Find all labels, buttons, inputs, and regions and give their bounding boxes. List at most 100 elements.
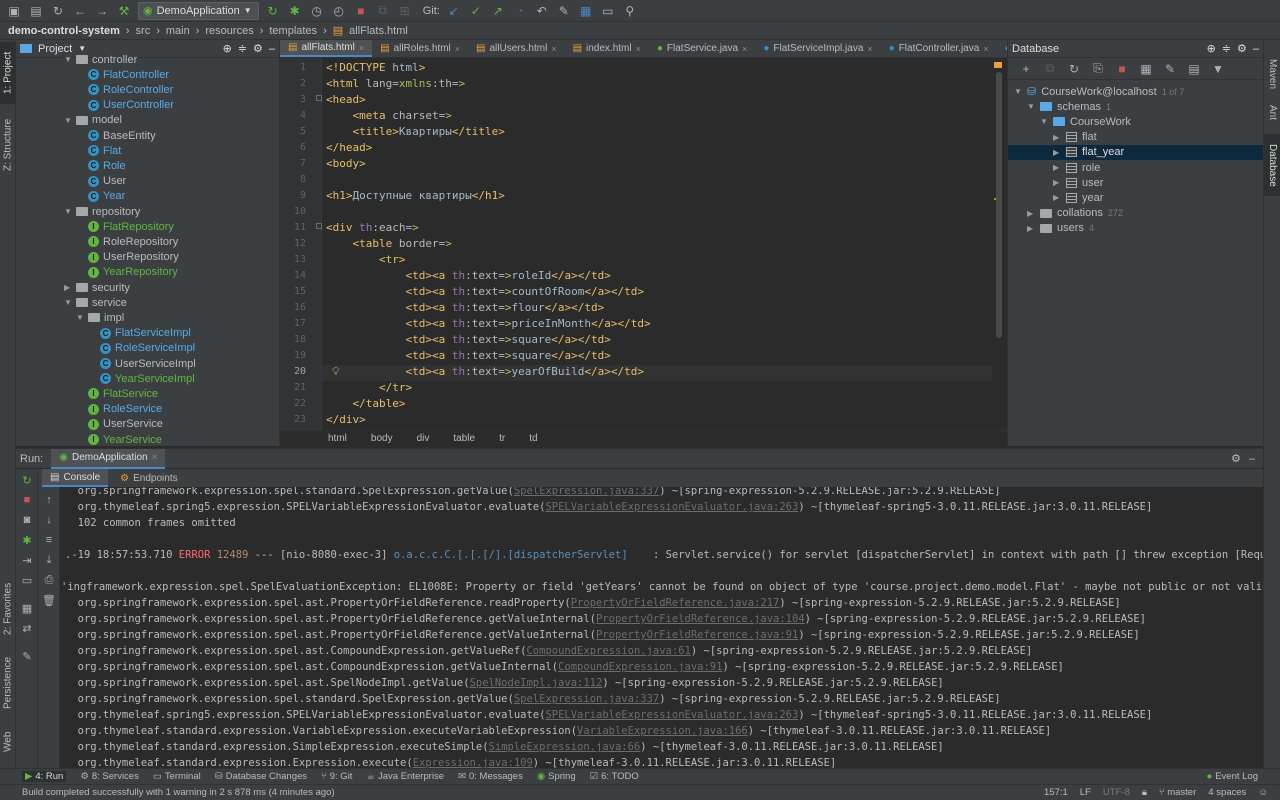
soft-wrap-icon[interactable]: ≡: [42, 533, 56, 547]
tree-item[interactable]: ▼ model: [64, 113, 122, 128]
stack-frame-link[interactable]: SPELVariableExpressionEvaluator.java:263: [545, 501, 798, 513]
tool-tab-favorites[interactable]: 2: Favorites: [0, 578, 16, 640]
close-icon[interactable]: ×: [359, 43, 364, 53]
tool-tab-persistence[interactable]: Persistence: [0, 652, 16, 714]
minimize-icon[interactable]: –: [1253, 43, 1259, 55]
layout-icon[interactable]: ▦: [20, 601, 34, 615]
sync-schema-icon[interactable]: ⎘: [1090, 61, 1106, 77]
debug-icon[interactable]: ✱: [20, 533, 34, 547]
editor-tab[interactable]: ● FlatService.java ×: [649, 40, 755, 57]
git-update-icon[interactable]: ↙: [446, 3, 462, 19]
db-tree-item[interactable]: ▶ flat_year: [1008, 144, 1263, 160]
indent-setting[interactable]: 4 spaces: [1208, 787, 1246, 798]
search-icon[interactable]: ⚲: [622, 3, 638, 19]
breadcrumb-item[interactable]: div: [417, 433, 430, 444]
bottom-tab[interactable]: ⛁ Database Changes: [215, 771, 307, 782]
bottom-tab[interactable]: ▶ 4: Run: [22, 771, 67, 782]
minimize-icon[interactable]: –: [269, 43, 275, 55]
tool-tab-project[interactable]: 1: Project: [0, 42, 16, 104]
gear-icon[interactable]: ⚙: [1231, 452, 1241, 465]
tree-item[interactable]: ▼ repository: [64, 204, 140, 219]
close-icon[interactable]: ×: [152, 452, 158, 463]
profile-icon[interactable]: ◴: [331, 3, 347, 19]
event-log-tab[interactable]: ● Event Log: [1206, 771, 1258, 782]
trash-icon[interactable]: 🗑: [42, 593, 56, 607]
camera-icon[interactable]: ◙: [20, 513, 34, 527]
coverage-icon[interactable]: ◷: [309, 3, 325, 19]
print-icon[interactable]: ⎙: [42, 573, 56, 587]
stack-frame-link[interactable]: SpelNodeImpl.java:112: [470, 677, 603, 689]
stop-icon[interactable]: ■: [1114, 61, 1130, 77]
db-tree-item[interactable]: ▶ year: [1008, 190, 1263, 205]
locate-icon[interactable]: ⊕: [1207, 42, 1216, 55]
editor-tab[interactable]: ● FlatServiceImpl.java ×: [755, 40, 880, 57]
bottom-tab[interactable]: ◉ Spring: [537, 771, 576, 782]
chevron-down-icon[interactable]: ▼: [64, 116, 72, 125]
stack-frame-link[interactable]: PropertyOrFieldReference.java:91: [596, 629, 798, 641]
sync-icon[interactable]: ↻: [50, 3, 66, 19]
db-tree-item[interactable]: ▼ schemas 1: [1008, 99, 1263, 114]
presentation-icon[interactable]: ▭: [600, 3, 616, 19]
tree-item[interactable]: C UserServiceImpl: [88, 356, 196, 371]
stack-frame-link[interactable]: SimpleExpression.java:66: [489, 741, 641, 753]
tab-endpoints[interactable]: ⚙ Endpoints: [112, 469, 185, 487]
stop-icon[interactable]: ■: [353, 3, 369, 19]
stack-frame-link[interactable]: CompoundExpression.java:61: [526, 645, 690, 657]
bottom-tab[interactable]: ☕ Java Enterprise: [366, 771, 444, 782]
tree-item[interactable]: C Flat: [76, 143, 121, 158]
chevron-right-icon[interactable]: ▶: [1053, 148, 1061, 157]
file-encoding[interactable]: UTF-8: [1103, 787, 1130, 798]
tree-item[interactable]: C User: [76, 174, 126, 189]
bottom-tab[interactable]: ▭ Terminal: [153, 771, 201, 782]
db-tree-item[interactable]: ▶ flat: [1008, 130, 1263, 145]
project-structure-icon[interactable]: ▦: [578, 3, 594, 19]
tree-item[interactable]: I YearRepository: [76, 265, 178, 280]
git-push-icon[interactable]: ↗: [490, 3, 506, 19]
db-tree-item[interactable]: ▶ user: [1008, 175, 1263, 190]
tool-tab-database[interactable]: Database: [1264, 134, 1280, 196]
locate-icon[interactable]: ⊕: [223, 42, 232, 55]
tree-item[interactable]: I RoleRepository: [76, 234, 178, 249]
chevron-right-icon[interactable]: ▶: [1027, 224, 1035, 233]
save-icon[interactable]: ▤: [28, 3, 44, 19]
stack-frame-link[interactable]: SpelExpression.java:337: [514, 487, 659, 497]
forward-icon[interactable]: →: [94, 3, 110, 19]
tree-item[interactable]: I UserService: [76, 417, 163, 432]
editor-tab[interactable]: ● FlatController.java ×: [881, 40, 997, 57]
editor-tab[interactable]: ▤ index.html ×: [565, 40, 649, 57]
pin-icon[interactable]: ✎: [20, 649, 34, 663]
chevron-right-icon[interactable]: ▶: [1027, 209, 1035, 218]
bottom-tab[interactable]: ✉ 0: Messages: [458, 771, 523, 782]
close-icon[interactable]: ×: [636, 44, 641, 54]
exit-icon[interactable]: ⇥: [20, 553, 34, 567]
gear-icon[interactable]: ⚙: [253, 42, 263, 55]
git-branch-widget[interactable]: ⑂ master: [1159, 787, 1196, 798]
nav-item-src[interactable]: src: [136, 25, 151, 37]
rerun-icon[interactable]: ↻: [265, 3, 281, 19]
nav-item-templates[interactable]: templates: [269, 25, 317, 37]
nav-item-resources[interactable]: resources: [205, 25, 253, 37]
copy-icon[interactable]: ⧉: [1042, 61, 1058, 77]
tree-item[interactable]: ▶ security: [64, 280, 130, 295]
tree-item[interactable]: C Year: [76, 189, 125, 204]
add-icon[interactable]: +: [1018, 61, 1034, 77]
breadcrumb-item[interactable]: table: [453, 433, 475, 444]
nav-item-main[interactable]: main: [166, 25, 190, 37]
tree-item[interactable]: C RoleController: [76, 82, 173, 97]
chevron-right-icon[interactable]: ▶: [1053, 178, 1061, 187]
stack-frame-link[interactable]: SPELVariableExpressionEvaluator.java:263: [545, 709, 798, 721]
chevron-down-icon[interactable]: ▼: [1014, 87, 1022, 96]
run-config-tab[interactable]: ◉ DemoApplication ×: [51, 448, 166, 469]
nav-item-file[interactable]: allFlats.html: [349, 25, 408, 37]
db-tree-item[interactable]: ▶ role: [1008, 160, 1263, 175]
stack-frame-link[interactable]: SpelExpression.java:337: [514, 693, 659, 705]
chevron-right-icon[interactable]: ▶: [1053, 193, 1061, 202]
toggle-icon[interactable]: ⇄: [20, 621, 34, 635]
tree-item[interactable]: I UserRepository: [76, 250, 179, 265]
scroll-to-end-icon[interactable]: ⤓: [42, 553, 56, 567]
bottom-tab[interactable]: ⚙ 8: Services: [80, 771, 139, 782]
close-icon[interactable]: ×: [867, 44, 872, 54]
attach-debugger-icon[interactable]: ⧉: [375, 3, 391, 19]
breadcrumb-item[interactable]: td: [529, 433, 537, 444]
tree-item[interactable]: C FlatController: [76, 67, 169, 82]
